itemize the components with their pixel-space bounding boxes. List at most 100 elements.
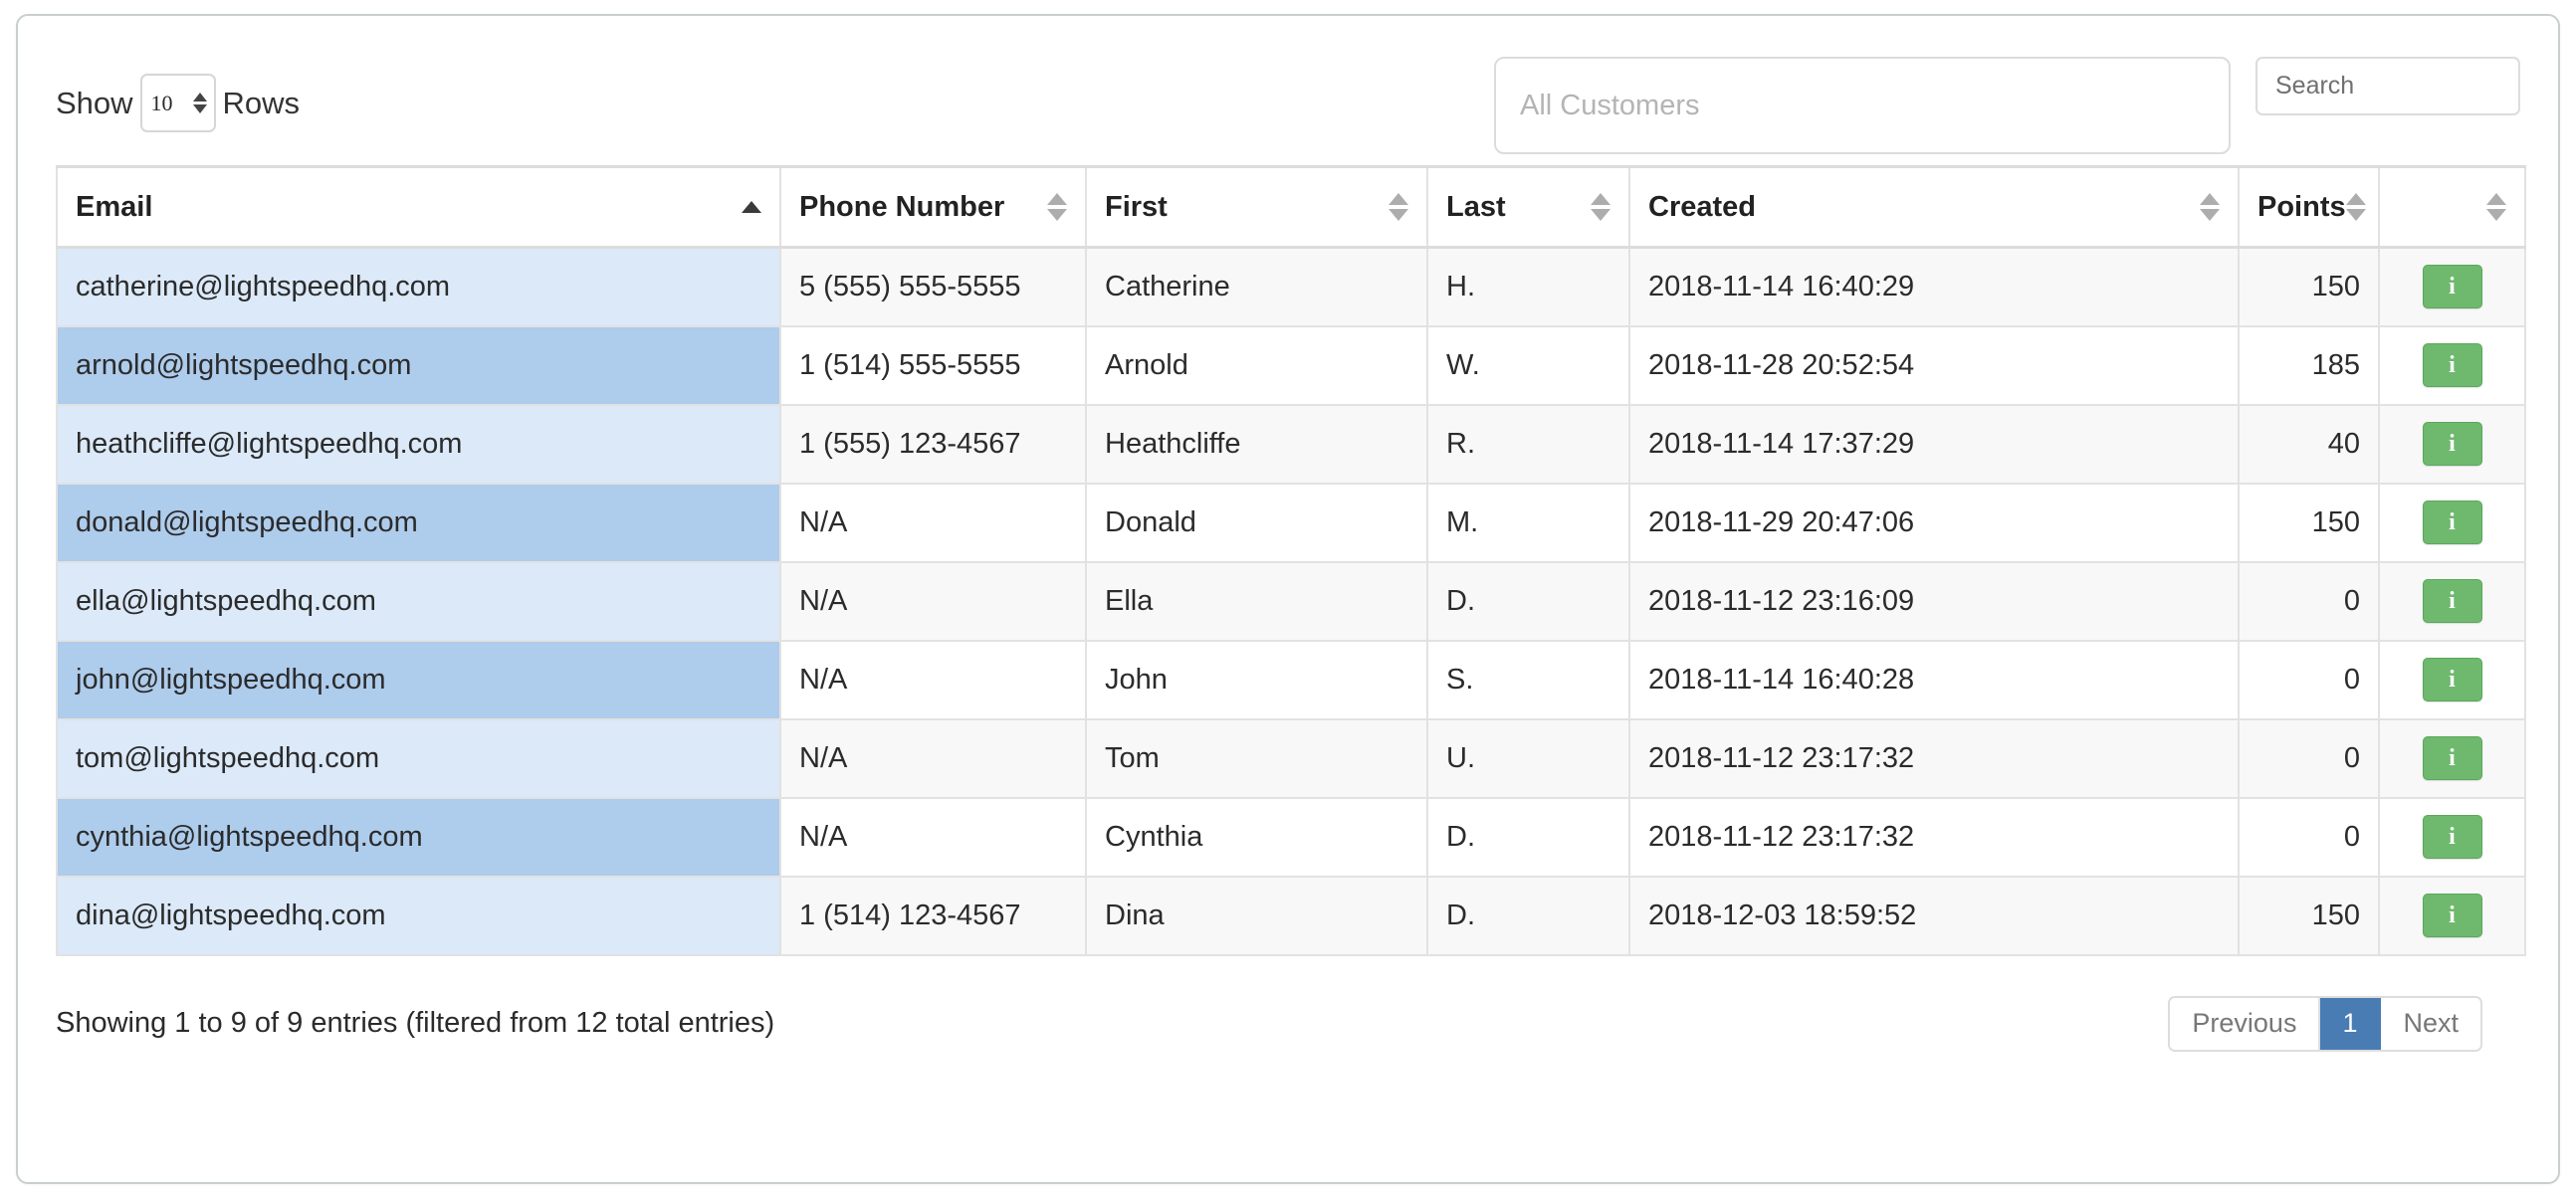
cell-first: John <box>1085 639 1428 720</box>
cell-last: M. <box>1426 482 1630 563</box>
table-row[interactable]: catherine@lightspeedhq.com 5 (555) 555-55… <box>56 246 2526 327</box>
cell-first: Donald <box>1085 482 1428 563</box>
stepper-down-icon[interactable] <box>192 104 207 113</box>
table-row[interactable]: donald@lightspeedhq.com N/A Donald M. 2018-1… <box>56 482 2526 563</box>
cell-points: 150 <box>2238 875 2380 956</box>
cell-last: D. <box>1426 796 1630 878</box>
pagination-previous-button[interactable]: Previous <box>2170 997 2321 1050</box>
cell-email: cynthia@lightspeedhq.com <box>56 796 781 878</box>
cell-actions: i <box>2378 560 2526 642</box>
cell-phone: N/A <box>779 482 1087 563</box>
card-inner: Show 10 Rows All Customers Search Email … <box>18 16 2558 1052</box>
sort-toggle-icon[interactable] <box>2486 193 2506 221</box>
sort-toggle-icon[interactable] <box>2345 193 2366 221</box>
customer-filter-input[interactable]: All Customers <box>1494 57 2231 154</box>
cell-created: 2018-11-14 16:40:28 <box>1628 639 2240 720</box>
cell-points: 185 <box>2238 324 2380 406</box>
cell-phone: 5 (555) 555-5555 <box>779 246 1087 327</box>
cell-first: Dina <box>1085 875 1428 956</box>
column-header-first[interactable]: First <box>1085 165 1428 249</box>
row-info-button[interactable]: i <box>2422 658 2482 701</box>
cell-phone: N/A <box>779 560 1087 642</box>
rows-per-page-value: 10 <box>150 90 173 115</box>
sort-ascending-icon[interactable] <box>742 201 761 213</box>
cell-created: 2018-11-14 16:40:29 <box>1628 246 2240 327</box>
sort-up-icon <box>742 201 761 213</box>
sort-toggle-icon[interactable] <box>1389 193 1408 221</box>
pagination-page-1-button[interactable]: 1 <box>2320 997 2382 1050</box>
cell-points: 150 <box>2238 482 2380 563</box>
show-label: Show <box>56 86 133 120</box>
customers-table-card: Show 10 Rows All Customers Search Email … <box>16 14 2560 1184</box>
row-info-button[interactable]: i <box>2422 579 2482 623</box>
cell-first: Ella <box>1085 560 1428 642</box>
table-body: catherine@lightspeedhq.com 5 (555) 555-55… <box>56 246 2526 956</box>
cell-last: U. <box>1426 717 1630 799</box>
stepper-arrows-icon[interactable] <box>192 93 207 113</box>
filter-and-search-group: All Customers Search <box>1494 52 2520 154</box>
cell-created: 2018-11-14 17:37:29 <box>1628 403 2240 485</box>
table-row[interactable]: ella@lightspeedhq.com N/A Ella D. 2018-11-12… <box>56 560 2526 642</box>
table-row[interactable]: dina@lightspeedhq.com 1 (514) 123-4567 Din… <box>56 875 2526 956</box>
entries-info: Showing 1 to 9 of 9 entries (filtered fr… <box>56 1007 775 1039</box>
cell-email: donald@lightspeedhq.com <box>56 482 781 563</box>
column-header-phone-number[interactable]: Phone Number <box>779 165 1087 249</box>
sort-toggle-icon[interactable] <box>1047 193 1067 221</box>
column-header-email[interactable]: Email <box>56 165 781 249</box>
sort-up-icon <box>2200 193 2220 205</box>
row-info-button[interactable]: i <box>2422 894 2482 937</box>
cell-actions: i <box>2378 717 2526 799</box>
column-label-last: Last <box>1446 190 1506 223</box>
cell-created: 2018-12-03 18:59:52 <box>1628 875 2240 956</box>
cell-phone: 1 (514) 123-4567 <box>779 875 1087 956</box>
row-info-button[interactable]: i <box>2422 422 2482 466</box>
cell-actions: i <box>2378 875 2526 956</box>
cell-first: Cynthia <box>1085 796 1428 878</box>
row-info-button[interactable]: i <box>2422 265 2482 309</box>
sort-up-icon <box>1591 193 1610 205</box>
cell-points: 0 <box>2238 560 2380 642</box>
sort-toggle-icon[interactable] <box>1591 193 1610 221</box>
cell-first: Tom <box>1085 717 1428 799</box>
search-input[interactable]: Search <box>2255 57 2520 115</box>
cell-last: W. <box>1426 324 1630 406</box>
column-label-first: First <box>1105 190 1168 223</box>
table-row[interactable]: john@lightspeedhq.com N/A John S. 2018-11-14… <box>56 639 2526 720</box>
row-info-button[interactable]: i <box>2422 736 2482 780</box>
sort-down-icon <box>2345 209 2366 221</box>
column-header-points[interactable]: Points <box>2238 165 2380 249</box>
row-info-button[interactable]: i <box>2422 815 2482 859</box>
table-row[interactable]: arnold@lightspeedhq.com 1 (514) 555-5555 A… <box>56 324 2526 406</box>
cell-first: Arnold <box>1085 324 1428 406</box>
rows-per-page-stepper[interactable]: 10 <box>139 74 216 132</box>
column-label-created: Created <box>1648 190 1756 223</box>
cell-points: 150 <box>2238 246 2380 327</box>
cell-phone: N/A <box>779 796 1087 878</box>
sort-up-icon <box>1047 193 1067 205</box>
rows-label: Rows <box>222 86 301 120</box>
cell-actions: i <box>2378 482 2526 563</box>
sort-down-icon <box>1047 209 1067 221</box>
table-row[interactable]: heathcliffe@lightspeedhq.com 1 (555) 123-… <box>56 403 2526 485</box>
sort-up-icon <box>2486 193 2506 205</box>
sort-toggle-icon[interactable] <box>2200 193 2220 221</box>
column-header-created[interactable]: Created <box>1628 165 2240 249</box>
sort-up-icon <box>1389 193 1408 205</box>
cell-first: Catherine <box>1085 246 1428 327</box>
pagination-next-button[interactable]: Next <box>2381 997 2480 1050</box>
cell-last: H. <box>1426 246 1630 327</box>
cell-created: 2018-11-12 23:17:32 <box>1628 796 2240 878</box>
sort-down-icon <box>2486 209 2506 221</box>
column-header-last[interactable]: Last <box>1426 165 1630 249</box>
table-row[interactable]: tom@lightspeedhq.com N/A Tom U. 2018-11-12 2… <box>56 717 2526 799</box>
row-info-button[interactable]: i <box>2422 500 2482 544</box>
column-header-actions[interactable] <box>2378 165 2526 249</box>
stepper-up-icon[interactable] <box>192 93 207 101</box>
sort-down-icon <box>1389 209 1408 221</box>
pagination: Previous 1 Next <box>2168 995 2482 1052</box>
table-header-row: Email Phone Number First Last Created Po… <box>56 165 2526 249</box>
cell-created: 2018-11-12 23:16:09 <box>1628 560 2240 642</box>
table-row[interactable]: cynthia@lightspeedhq.com N/A Cynthia D. 2018… <box>56 796 2526 878</box>
cell-actions: i <box>2378 639 2526 720</box>
row-info-button[interactable]: i <box>2422 343 2482 387</box>
